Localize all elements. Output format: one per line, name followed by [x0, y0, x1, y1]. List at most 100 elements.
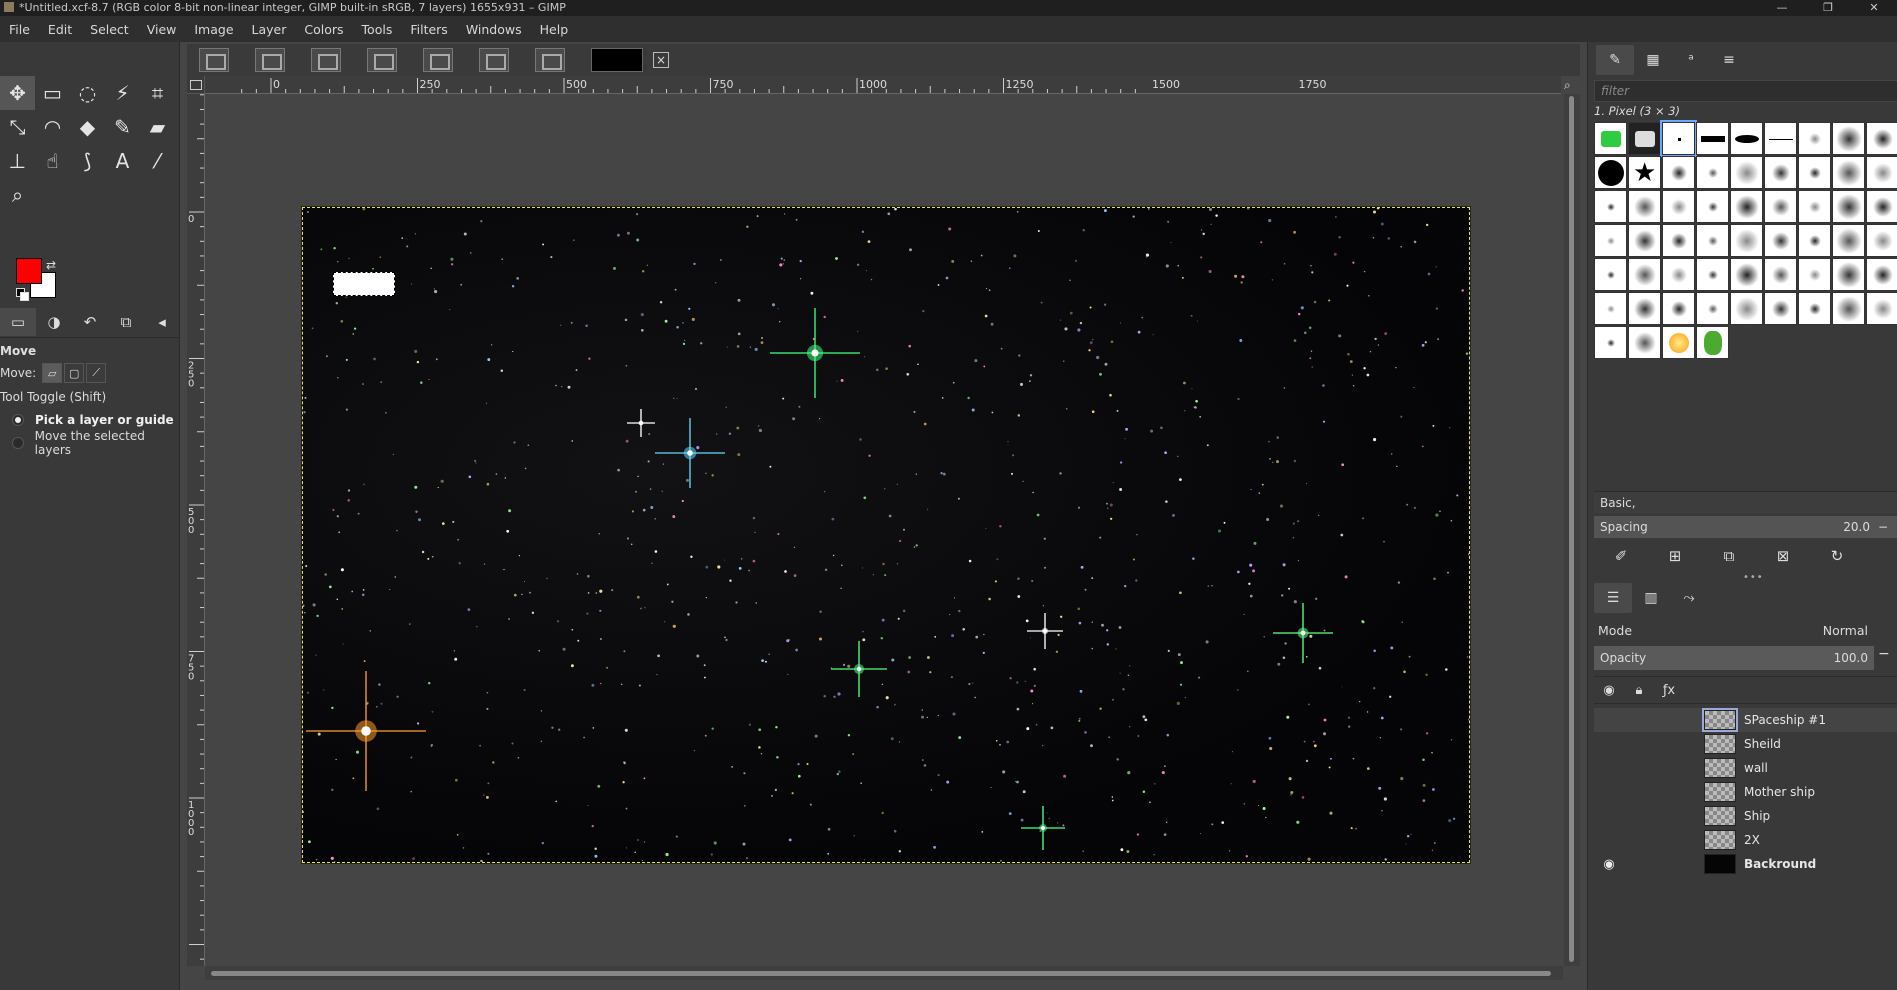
brush-swatch[interactable] [1730, 156, 1763, 189]
transform-tool[interactable]: ⤡ [0, 110, 35, 144]
fonts-tab-icon[interactable]: ᵃ [1672, 45, 1710, 75]
eraser-tool[interactable]: ▰ [140, 110, 175, 144]
layer-visibility-icon[interactable]: ◉ [1594, 857, 1624, 872]
foreground-color[interactable] [16, 258, 42, 284]
image-tab[interactable] [479, 48, 509, 72]
brush-swatch[interactable] [1628, 190, 1661, 223]
brush-swatch[interactable] [1798, 292, 1831, 325]
maximize-button[interactable]: ❐ [1805, 0, 1851, 16]
brush-swatch[interactable] [1866, 292, 1897, 325]
zoom-tool[interactable]: ⌕ [0, 178, 35, 212]
brush-swatch[interactable] [1798, 156, 1831, 189]
close-window-button[interactable]: ✕ [1851, 0, 1897, 16]
vertical-scroll-thumb[interactable] [1569, 96, 1574, 962]
crop-tool[interactable]: ⌗ [140, 76, 175, 110]
smudge-tool[interactable]: ☝ [35, 144, 70, 178]
move-selected-radio[interactable] [12, 436, 24, 449]
paths-tool[interactable]: ⟆ [70, 144, 105, 178]
move-tool[interactable]: ✥ [0, 76, 35, 110]
warp-tool[interactable]: ◠ [35, 110, 70, 144]
brush-swatch[interactable] [1594, 156, 1627, 189]
image-tab[interactable] [367, 48, 397, 72]
brush-swatch[interactable]: ★ [1628, 156, 1661, 189]
dock-separator-handle[interactable]: ••• [1743, 572, 1764, 583]
menu-filters[interactable]: Filters [401, 22, 456, 37]
free-select-tool[interactable]: ◌ [70, 76, 105, 110]
brush-swatch[interactable] [1764, 224, 1797, 257]
brush-swatch[interactable] [1730, 258, 1763, 291]
brush-swatch[interactable] [1764, 190, 1797, 223]
configure-tab-icon[interactable]: ◂ [144, 308, 180, 336]
layer-row[interactable]: Mother ship [1594, 780, 1897, 804]
brush-swatch[interactable] [1662, 156, 1695, 189]
brush-swatch[interactable] [1764, 292, 1797, 325]
patterns-tab-icon[interactable]: ▦ [1634, 45, 1672, 75]
document-history-tab-icon[interactable]: ≡ [1710, 45, 1748, 75]
image-tab[interactable] [423, 48, 453, 72]
brush-swatch[interactable] [1832, 190, 1865, 223]
vertical-scrollbar[interactable] [1564, 94, 1580, 966]
menu-colors[interactable]: Colors [295, 22, 352, 37]
paths-tab-icon[interactable]: ⤳ [1670, 583, 1708, 613]
color-picker-tool[interactable]: ⁄ [140, 144, 175, 178]
new-brush-icon[interactable]: ⊞ [1648, 547, 1702, 565]
brush-preset-selector[interactable]: Basic, [1594, 491, 1897, 513]
brush-swatch[interactable] [1832, 224, 1865, 257]
brush-swatch[interactable] [1696, 224, 1729, 257]
brush-swatch[interactable] [1628, 122, 1661, 155]
brush-swatch[interactable] [1696, 326, 1729, 359]
brush-swatch[interactable] [1662, 224, 1695, 257]
brush-swatch[interactable] [1798, 258, 1831, 291]
refresh-brushes-icon[interactable]: ↻ [1810, 547, 1864, 565]
layer-name[interactable]: Mother ship [1744, 780, 1815, 804]
menu-file[interactable]: File [0, 22, 39, 37]
layer-row[interactable]: SPaceship #1 [1594, 708, 1897, 732]
brush-swatch[interactable] [1662, 326, 1695, 359]
horizontal-scrollbar[interactable] [205, 966, 1563, 980]
brush-swatch[interactable] [1628, 258, 1661, 291]
clone-tool[interactable]: ⊥ [0, 144, 35, 178]
brush-swatch[interactable] [1594, 224, 1627, 257]
brush-swatch[interactable] [1696, 190, 1729, 223]
brush-swatch[interactable] [1696, 122, 1729, 155]
image-tab[interactable] [199, 48, 229, 72]
menu-windows[interactable]: Windows [457, 22, 531, 37]
brush-swatch[interactable] [1730, 122, 1763, 155]
brush-swatch[interactable] [1866, 190, 1897, 223]
layer-row[interactable]: 2X [1594, 828, 1897, 852]
device-status-tab-icon[interactable]: ◑ [36, 308, 72, 336]
brush-swatch[interactable] [1866, 258, 1897, 291]
delete-brush-icon[interactable]: ⊠ [1756, 547, 1810, 565]
brush-swatch[interactable] [1696, 156, 1729, 189]
layer-name[interactable]: Ship [1744, 804, 1770, 828]
move-selection-mode-button[interactable]: ▢ [64, 363, 85, 383]
spacing-decrease-icon[interactable]: − [1878, 516, 1888, 538]
brush-swatch[interactable] [1628, 326, 1661, 359]
rect-select-tool[interactable]: ▭ [35, 76, 70, 110]
move-selected-option[interactable]: Move the selected layers [0, 429, 180, 457]
text-tool[interactable]: A [105, 144, 140, 178]
mode-dropdown[interactable]: Normal [1823, 618, 1868, 644]
image-tab[interactable] [255, 48, 285, 72]
brush-swatch[interactable] [1866, 156, 1897, 189]
brushes-tab-icon[interactable]: ✎ [1596, 45, 1634, 75]
brush-swatch[interactable] [1730, 292, 1763, 325]
undo-history-tab-icon[interactable]: ↶ [72, 308, 108, 336]
pick-layer-radio[interactable] [12, 413, 24, 426]
layers-tab-icon[interactable]: ☰ [1594, 583, 1632, 613]
layer-name[interactable]: wall [1744, 756, 1768, 780]
layer-name[interactable]: SPaceship #1 [1744, 708, 1826, 732]
opacity-slider[interactable]: Opacity 100.0 [1594, 646, 1874, 670]
brush-swatch[interactable] [1764, 156, 1797, 189]
layer-name[interactable]: 2X [1744, 828, 1760, 852]
menu-select[interactable]: Select [81, 22, 138, 37]
menu-layer[interactable]: Layer [243, 22, 296, 37]
layer-row[interactable]: wall [1594, 756, 1897, 780]
move-path-mode-button[interactable]: ⟋ [86, 363, 107, 383]
brush-swatch[interactable] [1866, 224, 1897, 257]
brush-swatch[interactable] [1832, 292, 1865, 325]
brush-swatch[interactable] [1696, 258, 1729, 291]
menu-view[interactable]: View [138, 22, 186, 37]
brush-swatch[interactable] [1594, 292, 1627, 325]
brush-swatch[interactable] [1628, 224, 1661, 257]
